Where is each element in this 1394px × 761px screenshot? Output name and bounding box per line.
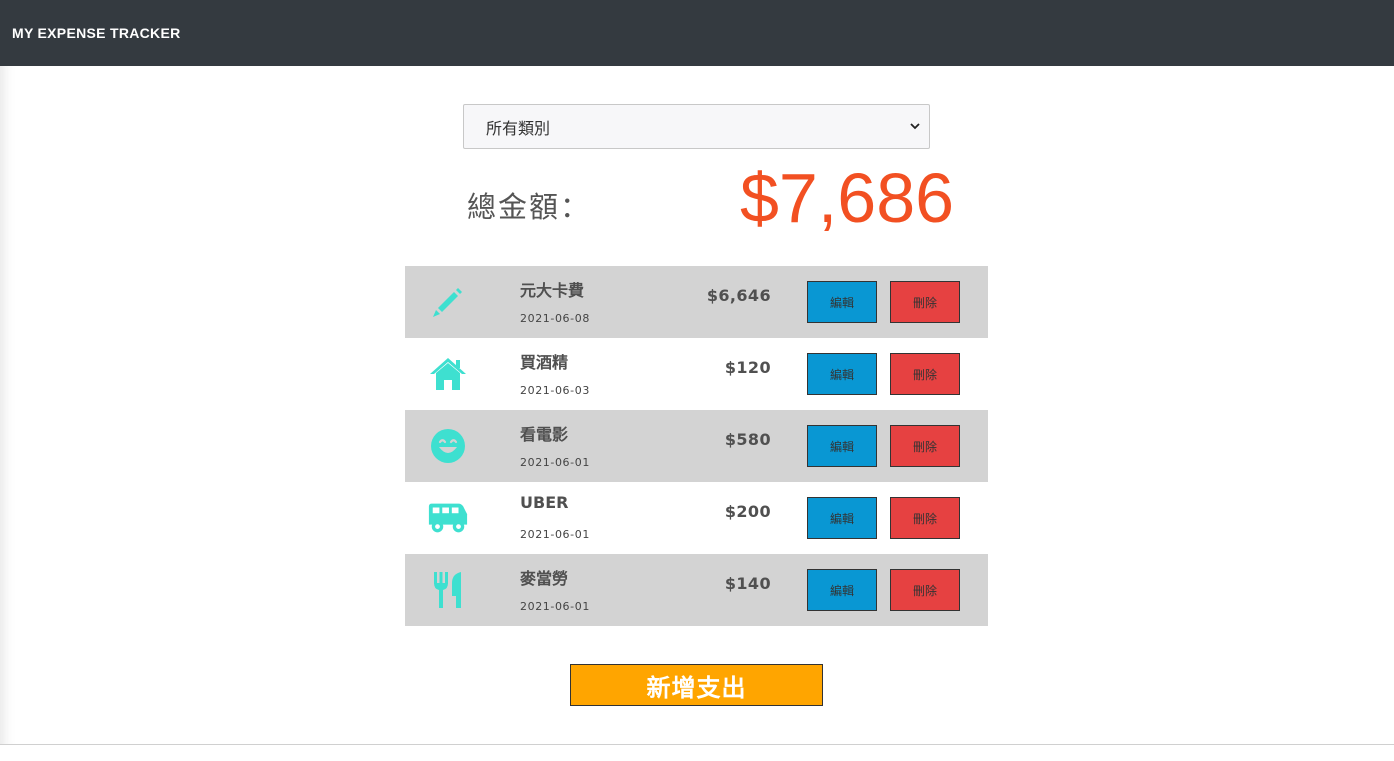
brand-title[interactable]: MY EXPENSE TRACKER [12,25,181,41]
expense-amount: $140 [724,574,771,593]
expense-name: 麥當勞 [520,569,569,588]
total-amount: $7,686 [740,159,955,237]
total-label: 總金額： [467,190,592,224]
expense-amount: $6,646 [706,286,771,305]
delete-button[interactable]: 刪除 [890,353,960,395]
expense-amount: $200 [724,502,771,521]
delete-button[interactable]: 刪除 [890,425,960,467]
smile-icon [427,428,469,464]
edit-button[interactable]: 編輯 [807,281,877,323]
expense-date: 2021-06-01 [520,600,590,613]
delete-button[interactable]: 刪除 [890,497,960,539]
expense-list: 元大卡費 2021-06-08 $6,646 編輯 刪除 買酒精 2021-06… [405,266,988,626]
expense-date: 2021-06-08 [520,312,590,325]
add-expense-button[interactable]: 新增支出 [570,664,823,706]
expense-row: 元大卡費 2021-06-08 $6,646 編輯 刪除 [405,266,988,338]
expense-row: 買酒精 2021-06-03 $120 編輯 刪除 [405,338,988,410]
chevron-down-icon [910,123,920,130]
expense-name: UBER [520,493,569,512]
expense-name: 元大卡費 [520,281,585,300]
expense-row: 看電影 2021-06-01 $580 編輯 刪除 [405,410,988,482]
expense-name: 買酒精 [520,353,569,372]
edit-button[interactable]: 編輯 [807,497,877,539]
expense-date: 2021-06-01 [520,456,590,469]
expense-amount: $120 [724,358,771,377]
home-icon [427,356,469,392]
delete-button[interactable]: 刪除 [890,569,960,611]
utensils-icon [427,572,469,608]
expense-row: 麥當勞 2021-06-01 $140 編輯 刪除 [405,554,988,626]
footer-divider [0,744,1394,745]
expense-amount: $580 [724,430,771,449]
category-filter-select[interactable]: 所有類別 [463,104,930,149]
category-filter-value: 所有類別 [486,118,551,138]
edit-button[interactable]: 編輯 [807,353,877,395]
expense-name: 看電影 [520,425,569,444]
expense-date: 2021-06-01 [520,528,590,541]
expense-date: 2021-06-03 [520,384,590,397]
edit-button[interactable]: 編輯 [807,569,877,611]
delete-button[interactable]: 刪除 [890,281,960,323]
van-icon [427,500,469,536]
navbar: MY EXPENSE TRACKER [0,0,1394,66]
expense-row: UBER 2021-06-01 $200 編輯 刪除 [405,482,988,554]
pencil-icon [427,284,469,320]
edit-button[interactable]: 編輯 [807,425,877,467]
